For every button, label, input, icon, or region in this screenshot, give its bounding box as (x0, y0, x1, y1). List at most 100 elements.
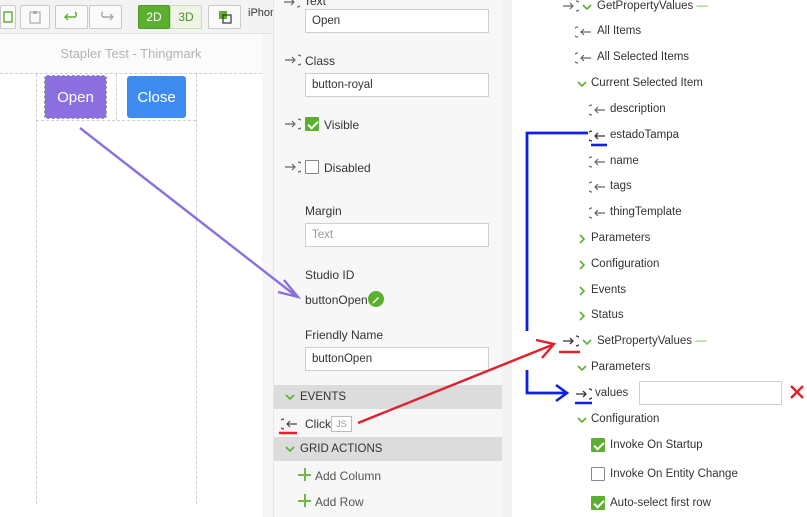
text-field[interactable]: Open (305, 9, 489, 33)
chevron-right-icon[interactable] (577, 286, 587, 296)
invoke-on-entity-change-label: Invoke On Entity Change (610, 468, 738, 480)
friendly-name-field[interactable]: buttonOpen (305, 347, 489, 371)
tree-item-events[interactable]: Events (591, 284, 626, 296)
redo-button[interactable] (89, 5, 122, 29)
layout-button[interactable] (0, 5, 16, 29)
open-button[interactable]: Open (44, 75, 107, 119)
binding-target-icon[interactable] (575, 388, 592, 400)
tree-item-all-items[interactable]: All Items (597, 25, 641, 37)
binding-source-icon[interactable] (281, 418, 298, 430)
chevron-down-icon[interactable] (577, 79, 587, 89)
designer-toolbar: 2D 3D iPhone (0, 0, 282, 34)
service-dash: — (696, 0, 709, 12)
binding-source-icon[interactable] (589, 156, 606, 168)
values-input[interactable] (639, 381, 782, 405)
chevron-down-icon[interactable] (577, 363, 587, 373)
add-icon (298, 494, 311, 507)
tree-field-thingtemplate[interactable]: thingTemplate (610, 206, 682, 218)
clipboard-icon (29, 11, 41, 24)
binding-target-icon[interactable] (562, 335, 579, 347)
undo-button[interactable] (55, 5, 88, 29)
tree-item-set-parameters[interactable]: Parameters (591, 361, 650, 373)
service-get-property-values[interactable]: GetPropertyValues — (597, 0, 708, 12)
binding-source-icon[interactable] (589, 104, 606, 116)
layout-guide (36, 74, 37, 504)
service-name: SetPropertyValues (597, 335, 693, 347)
class-field[interactable]: button-royal (305, 73, 489, 97)
layout-guide (116, 74, 117, 120)
chevron-right-icon[interactable] (577, 311, 587, 321)
undo-icon (63, 11, 77, 21)
service-dash: — (695, 335, 707, 347)
layers-button[interactable] (208, 5, 241, 29)
add-icon (298, 468, 311, 481)
layout-icon (3, 11, 13, 23)
friendly-name-label: Friendly Name (305, 328, 384, 342)
close-icon[interactable] (789, 384, 805, 400)
tree-item-set-configuration[interactable]: Configuration (591, 413, 659, 425)
events-header-label: EVENTS (300, 391, 347, 403)
tree-item-all-selected-items[interactable]: All Selected Items (597, 51, 689, 63)
chevron-right-icon[interactable] (577, 260, 587, 270)
canvas-title: Stapler Test - Thingmark (60, 46, 202, 61)
invoke-on-startup-label: Invoke On Startup (610, 439, 703, 451)
grid-actions-header-label: GRID ACTIONS (300, 443, 383, 455)
js-badge[interactable]: JS (331, 416, 352, 432)
events-section-header[interactable]: EVENTS (274, 385, 503, 409)
text-label: Text (304, 0, 327, 8)
layers-icon (218, 11, 232, 24)
disabled-checkbox[interactable] (305, 160, 319, 174)
binding-target-icon[interactable] (284, 54, 301, 66)
view-2d-button[interactable]: 2D (138, 5, 170, 29)
properties-panel: Open Class button-royal Visible Disabled… (273, 0, 503, 517)
click-event-label: Click (305, 417, 331, 431)
binding-source-icon[interactable] (589, 130, 606, 142)
service-set-property-values[interactable]: SetPropertyValues — (597, 335, 707, 347)
chevron-down-icon (285, 394, 295, 401)
binding-source-icon[interactable] (575, 52, 592, 64)
binding-target-icon[interactable] (284, 118, 301, 130)
edit-pencil-icon[interactable] (368, 291, 384, 307)
canvas-scrollbar[interactable] (262, 34, 273, 517)
view-3d-button[interactable]: 3D (170, 5, 202, 29)
add-row-link[interactable]: Add Row (315, 495, 364, 509)
close-button[interactable]: Close (127, 76, 186, 118)
tree-field-description[interactable]: description (610, 103, 666, 115)
tree-item-parameters[interactable]: Parameters (591, 232, 650, 244)
disabled-label: Disabled (324, 161, 371, 175)
grid-actions-section-header[interactable]: GRID ACTIONS (274, 437, 503, 461)
redo-icon (100, 11, 114, 21)
class-label: Class (305, 54, 336, 68)
tree-field-name[interactable]: name (610, 155, 639, 167)
margin-field[interactable]: Text (305, 223, 489, 247)
studio-id-label: Studio ID (305, 268, 355, 282)
binding-source-icon[interactable] (575, 26, 592, 38)
invoke-on-startup-checkbox[interactable] (591, 438, 605, 452)
tree-field-estadotampa[interactable]: estadoTampa (610, 129, 679, 141)
chevron-right-icon[interactable] (577, 234, 587, 244)
parameter-values-label: values (595, 387, 629, 399)
tree-item-current-selected-item[interactable]: Current Selected Item (591, 77, 703, 89)
chevron-down-icon[interactable] (582, 2, 592, 12)
binding-target-icon[interactable] (284, 161, 301, 173)
data-tree-panel: GetPropertyValues — All Items All Select… (502, 0, 807, 517)
binding-source-icon[interactable] (589, 181, 606, 193)
tree-field-tags[interactable]: tags (610, 180, 632, 192)
auto-select-first-row-label: Auto-select first row (610, 497, 711, 509)
tree-item-configuration[interactable]: Configuration (591, 258, 659, 270)
tree-item-status[interactable]: Status (591, 309, 624, 321)
binding-target-icon[interactable] (562, 0, 579, 12)
chevron-down-icon[interactable] (577, 415, 587, 425)
paste-button[interactable] (20, 5, 50, 29)
layout-guide (196, 74, 197, 504)
visible-checkbox[interactable] (305, 117, 319, 131)
binding-target-icon[interactable] (283, 0, 300, 8)
add-column-link[interactable]: Add Column (315, 469, 381, 483)
binding-source-icon[interactable] (589, 207, 606, 219)
auto-select-first-row-checkbox[interactable] (591, 496, 605, 510)
chevron-down-icon[interactable] (582, 337, 592, 347)
service-name: GetPropertyValues (597, 0, 694, 12)
invoke-on-entity-change-checkbox[interactable] (591, 467, 605, 481)
chevron-down-icon (285, 446, 295, 453)
layout-guide (36, 120, 196, 121)
